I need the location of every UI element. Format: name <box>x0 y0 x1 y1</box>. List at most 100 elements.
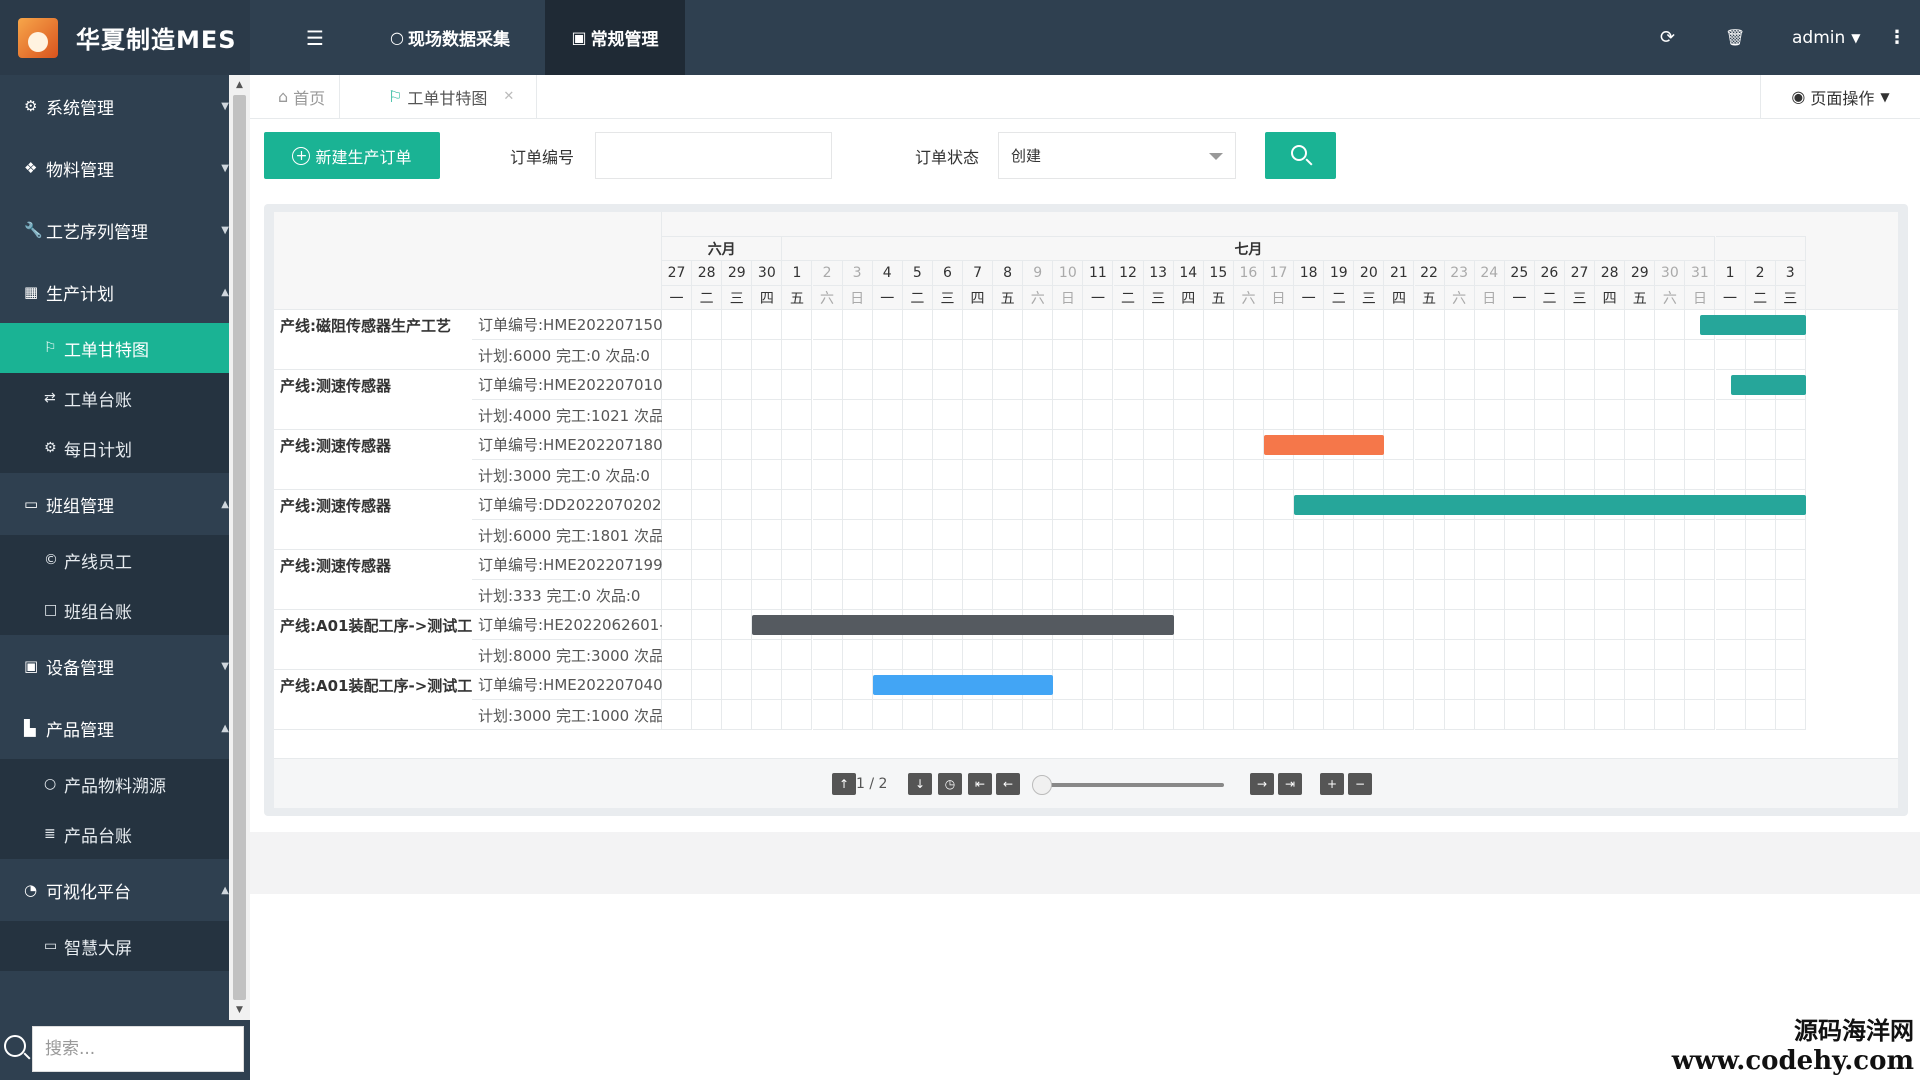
sidebar-group[interactable]: ◔ 可视化平台 ▲ <box>0 859 229 921</box>
refresh-button[interactable]: ⟳ <box>1660 0 1675 75</box>
sidebar-item[interactable]: □ 班组台账 <box>0 585 229 635</box>
scroll-end-button[interactable]: ⇥ <box>1278 773 1302 795</box>
zoom-slider-handle[interactable] <box>1032 775 1052 795</box>
cubes-icon: ❖ <box>24 159 38 177</box>
gantt-grid-cell <box>752 430 783 460</box>
cogs-icon: ⚙ <box>24 97 38 115</box>
gantt-task-bar[interactable] <box>872 675 1054 695</box>
sidebar-item[interactable]: ○ 产品物料溯源 <box>0 759 229 809</box>
gantt-weekday-label: 二 <box>1113 286 1144 310</box>
gantt-day-label: 1 <box>782 261 813 286</box>
gantt-grid-cell <box>1233 400 1264 430</box>
gantt-grid-cell <box>1504 550 1535 580</box>
more-options-button[interactable]: ⋮ <box>1888 0 1906 75</box>
zoom-out-button[interactable]: − <box>1348 773 1372 795</box>
gantt-grid-cell <box>1233 640 1264 670</box>
gantt-grid-cell <box>1534 580 1565 610</box>
page-down-button[interactable]: ↓ <box>908 773 932 795</box>
sidebar-group-label: 物料管理 <box>46 160 114 181</box>
gantt-task-bar[interactable] <box>1730 375 1806 395</box>
tab-home[interactable]: ⌂ 首页 <box>264 75 341 118</box>
flag-icon: ⚐ <box>44 340 57 356</box>
sidebar-item[interactable]: ⇄ 工单台账 <box>0 373 229 423</box>
gantt-grid-cell <box>1083 580 1114 610</box>
sidebar-group[interactable]: ▭ 班组管理 ▲ <box>0 473 229 535</box>
gantt-task-bar[interactable] <box>1294 495 1806 515</box>
gantt-grid-cell <box>1745 520 1776 550</box>
sidebar-item-label: 班组台账 <box>64 602 132 623</box>
user-menu[interactable]: admin ▼ <box>1792 0 1861 75</box>
gantt-order-label[interactable]: 订单编号:HME2022070401 <box>472 670 662 700</box>
clear-cache-button[interactable]: 🗑 <box>1725 0 1745 75</box>
search-button[interactable] <box>1265 132 1336 179</box>
gantt-grid-cell <box>1113 580 1144 610</box>
sidebar-group[interactable]: ▣ 设备管理 ▼ <box>0 635 229 697</box>
gantt-task-bar[interactable] <box>752 615 1174 635</box>
gantt-order-label[interactable]: 订单编号:HE2022062601-ze... <box>472 610 662 640</box>
gantt-plan-label: 计划:3000 完工:1000 次品:4 <box>478 706 662 725</box>
gantt-order-label[interactable]: 订单编号:DD2022070202 <box>472 490 662 520</box>
page-operations-button[interactable]: ◉ 页面操作 ▼ <box>1760 75 1920 118</box>
gantt-grid-cell <box>842 430 873 460</box>
id-card-icon: ▣ <box>24 657 39 675</box>
sidebar-group[interactable]: ▙ 产品管理 ▲ <box>0 697 229 759</box>
sidebar-group[interactable]: ❖ 物料管理 ▼ <box>0 137 229 199</box>
nav-regular-management[interactable]: ▣ 常规管理 <box>545 0 685 75</box>
gantt-task-bar[interactable] <box>1264 435 1385 455</box>
gantt-order-label[interactable]: 订单编号:HME2022071801 <box>472 430 662 460</box>
sidebar-item[interactable]: © 产线员工 <box>0 535 229 585</box>
gantt-grid-cell <box>842 670 873 700</box>
tab-gantt[interactable]: ⚐ 工单甘特图 ✕ <box>374 75 538 118</box>
scroll-start-button[interactable]: ⇤ <box>968 773 992 795</box>
sidebar-search-input[interactable] <box>32 1026 244 1072</box>
sidebar-item[interactable]: ≣ 产品台账 <box>0 809 229 859</box>
gantt-order-label[interactable]: 订单编号:HME2022071999 <box>472 550 662 580</box>
gantt-grid-cell <box>1203 610 1234 640</box>
scroll-up-icon[interactable]: ▲ <box>229 75 250 95</box>
zoom-slider[interactable] <box>1034 783 1224 787</box>
gantt-order-label[interactable]: 订单编号:HME2022071501 <box>472 310 662 340</box>
gantt-grid-cell <box>1715 550 1746 580</box>
gantt-grid-cell <box>1444 340 1475 370</box>
scroll-thumb[interactable] <box>233 95 246 1000</box>
sidebar-group[interactable]: 🔧 工艺序列管理 ▼ <box>0 199 229 261</box>
sidebar-scrollbar[interactable]: ▲ ▼ <box>229 75 250 1020</box>
circle-icon: ○ <box>390 28 404 47</box>
gantt-grid-cell <box>812 520 843 550</box>
sidebar-item[interactable]: ⚐ 工单甘特图 <box>0 323 229 373</box>
sidebar-submenu: ⚐ 工单甘特图 ⇄ 工单台账 ⚙ 每日计划 <box>0 323 229 473</box>
gantt-grid-cell <box>1264 400 1295 430</box>
sidebar-item[interactable]: ▭ 智慧大屏 <box>0 921 229 971</box>
sidebar-item[interactable]: ⚙ 每日计划 <box>0 423 229 473</box>
menu-toggle-button[interactable]: ☰ <box>300 0 330 75</box>
gantt-grid-cell <box>1264 520 1295 550</box>
gantt-grid-cell <box>872 520 903 550</box>
order-no-input[interactable] <box>595 132 832 179</box>
search-icon <box>4 1035 26 1057</box>
gantt-grid-cell <box>812 460 843 490</box>
gantt-grid-cell <box>1143 310 1174 340</box>
gantt-task-bar[interactable] <box>1700 315 1806 335</box>
gantt-grid-cell <box>1203 430 1234 460</box>
gantt-grid-cell <box>1053 550 1084 580</box>
nav-data-collection[interactable]: ○ 现场数据采集 <box>390 0 510 75</box>
gantt-grid-cell <box>1444 370 1475 400</box>
gantt-grid-cell <box>1504 460 1535 490</box>
gantt-grid-cell <box>1625 340 1656 370</box>
clock-icon[interactable]: ◷ <box>938 773 962 795</box>
scroll-right-button[interactable]: → <box>1250 773 1274 795</box>
close-icon[interactable]: ✕ <box>503 89 514 104</box>
gantt-grid-cell <box>1233 520 1264 550</box>
caret-up-icon: ▲ <box>221 498 229 510</box>
sidebar-group[interactable]: ⚙ 系统管理 ▼ <box>0 75 229 137</box>
gantt-weekday-label: 一 <box>1504 286 1535 310</box>
status-select[interactable]: 创建 <box>998 132 1236 179</box>
new-order-button[interactable]: + 新建生产订单 <box>264 132 440 179</box>
scroll-down-icon[interactable]: ▼ <box>229 1000 250 1020</box>
gantt-order-label[interactable]: 订单编号:HME2022070101 <box>472 370 662 400</box>
sidebar-group[interactable]: ▦ 生产计划 ▲ <box>0 261 229 323</box>
scroll-left-button[interactable]: ← <box>996 773 1020 795</box>
zoom-in-button[interactable]: + <box>1320 773 1344 795</box>
page-up-button[interactable]: ↑ <box>832 773 856 795</box>
gantt-grid-cell <box>993 430 1024 460</box>
